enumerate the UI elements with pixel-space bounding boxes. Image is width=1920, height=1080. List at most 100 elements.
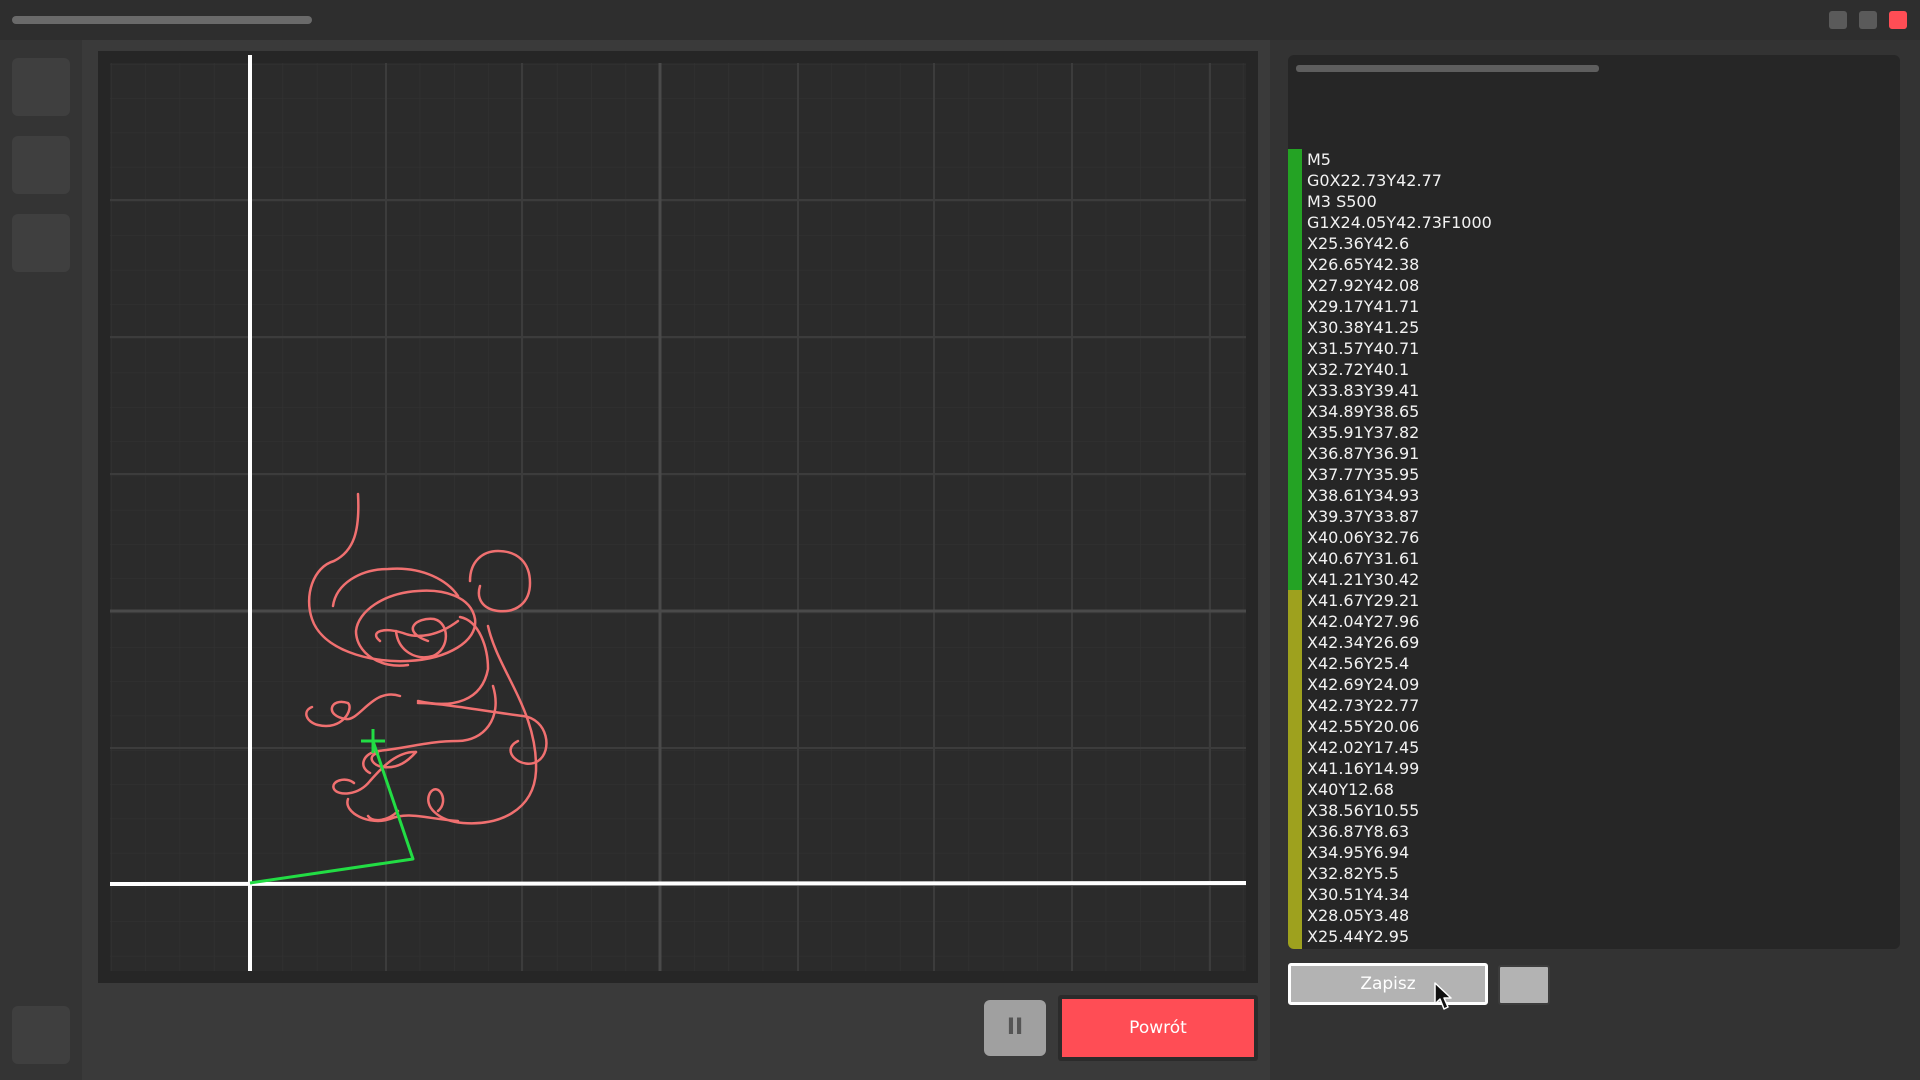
- gcode-line: X31.57Y40.71: [1288, 338, 1900, 359]
- minimize-button[interactable]: [1829, 11, 1847, 29]
- gcode-status-bar: [1288, 716, 1302, 737]
- extra-button[interactable]: [1498, 965, 1550, 1005]
- pause-button[interactable]: II: [984, 1000, 1046, 1056]
- gcode-line: X41.21Y30.42: [1288, 569, 1900, 590]
- gcode-line: X36.87Y36.91: [1288, 443, 1900, 464]
- gcode-status-bar: [1288, 926, 1302, 947]
- gcode-line-text: X40.67Y31.61: [1307, 549, 1420, 568]
- gcode-status-bar: [1288, 275, 1302, 296]
- gcode-status-bar: [1288, 443, 1302, 464]
- gcode-line-text: X26.65Y42.38: [1307, 255, 1420, 274]
- gcode-line-text: X34.89Y38.65: [1307, 402, 1420, 421]
- gcode-line: X30.38Y41.25: [1288, 317, 1900, 338]
- gcode-status-bar: [1288, 254, 1302, 275]
- gcode-line: X38.61Y34.93: [1288, 485, 1900, 506]
- back-button[interactable]: Powrót: [1062, 999, 1254, 1057]
- gcode-line: X29.17Y41.71: [1288, 296, 1900, 317]
- gcode-status-bar: [1288, 695, 1302, 716]
- gcode-line-text: X35.91Y37.82: [1307, 423, 1420, 442]
- gcode-line: X40Y12.68: [1288, 779, 1900, 800]
- gcode-line: X28.05Y3.48: [1288, 905, 1900, 926]
- gcode-line-text: X25.44Y2.95: [1307, 927, 1410, 946]
- gcode-status-bar: [1288, 590, 1302, 611]
- canvas-svg: [109, 55, 1247, 971]
- gcode-line: X42.02Y17.45: [1288, 737, 1900, 758]
- gcode-status-bar: [1288, 212, 1302, 233]
- gcode-status-bar: [1288, 191, 1302, 212]
- gcode-panel[interactable]: M5 G0X22.73Y42.77 M3 S500 G1X24.05Y42.73F10…: [1288, 55, 1900, 949]
- gcode-line-text: X28.05Y3.48: [1307, 906, 1410, 925]
- gcode-status-bar: [1288, 422, 1302, 443]
- gcode-status-bar: [1288, 527, 1302, 548]
- gcode-status-bar: [1288, 464, 1302, 485]
- gcode-line: M5: [1288, 149, 1900, 170]
- sidebar-button-bottom[interactable]: [12, 1006, 70, 1064]
- gcode-line: X41.67Y29.21: [1288, 590, 1900, 611]
- gcode-status-bar: [1288, 338, 1302, 359]
- gcode-line: X42.56Y25.4: [1288, 653, 1900, 674]
- mouse-pointer-icon: [1434, 982, 1452, 1010]
- gcode-line-text: X33.83Y39.41: [1307, 381, 1420, 400]
- sidebar-button-2[interactable]: [12, 136, 70, 194]
- gcode-status-bar: [1288, 233, 1302, 254]
- gcode-line-text: X36.87Y8.63: [1307, 822, 1410, 841]
- close-button[interactable]: [1889, 11, 1907, 29]
- sidebar-button-1[interactable]: [12, 58, 70, 116]
- gcode-status-bar: [1288, 737, 1302, 758]
- gcode-line: X42.55Y20.06: [1288, 716, 1900, 737]
- gcode-line-text: X42.56Y25.4: [1307, 654, 1410, 673]
- gcode-status-bar: [1288, 821, 1302, 842]
- gcode-line: X42.04Y27.96: [1288, 611, 1900, 632]
- gcode-line-text: X29.17Y41.71: [1307, 297, 1420, 316]
- gcode-line-text: X36.87Y36.91: [1307, 444, 1420, 463]
- gcode-line-text: X32.72Y40.1: [1307, 360, 1410, 379]
- gcode-line: X32.82Y5.5: [1288, 863, 1900, 884]
- gcode-line-text: X27.92Y42.08: [1307, 276, 1420, 295]
- gcode-line-text: X38.61Y34.93: [1307, 486, 1420, 505]
- gcode-line-text: X42.73Y22.77: [1307, 696, 1420, 715]
- gcode-line-text: X39.37Y33.87: [1307, 507, 1420, 526]
- gcode-status-bar: [1288, 842, 1302, 863]
- save-button[interactable]: Zapisz: [1288, 963, 1488, 1005]
- gcode-line-text: X42.02Y17.45: [1307, 738, 1420, 757]
- gcode-line: X34.95Y6.94: [1288, 842, 1900, 863]
- gcode-status-bar: [1288, 947, 1302, 949]
- gcode-line-text: X42.69Y24.09: [1307, 675, 1420, 694]
- gcode-status-bar: [1288, 674, 1302, 695]
- gcode-status-bar: [1288, 317, 1302, 338]
- gcode-line: X27.92Y42.08: [1288, 275, 1900, 296]
- drawing-canvas[interactable]: [98, 51, 1258, 983]
- gcode-line-text: X37.77Y35.95: [1307, 465, 1420, 484]
- gcode-line: G1X24.05Y42.73F1000: [1288, 212, 1900, 233]
- window-title-placeholder: [12, 16, 312, 24]
- gcode-line-text: G0X22.73Y42.77: [1307, 171, 1442, 190]
- maximize-button[interactable]: [1859, 11, 1877, 29]
- gcode-line: X40.67Y31.61: [1288, 548, 1900, 569]
- gcode-line: X25.44Y2.95: [1288, 926, 1900, 947]
- gcode-status-bar: [1288, 653, 1302, 674]
- gcode-status-bar: [1288, 800, 1302, 821]
- gcode-line-text: X38.56Y10.55: [1307, 801, 1420, 820]
- gcode-status-bar: [1288, 506, 1302, 527]
- gcode-status-bar: [1288, 296, 1302, 317]
- gcode-status-bar: [1288, 758, 1302, 779]
- gcode-status-bar: [1288, 149, 1302, 170]
- gcode-scrollbar[interactable]: [1296, 65, 1599, 72]
- gcode-status-bar: [1288, 632, 1302, 653]
- gcode-line-text: X25.36Y42.6: [1307, 234, 1410, 253]
- sidebar-button-3[interactable]: [12, 214, 70, 272]
- gcode-status-bar: [1288, 548, 1302, 569]
- gcode-line-text: X22.73Y2.77: [1307, 948, 1409, 949]
- gcode-line: X37.77Y35.95: [1288, 464, 1900, 485]
- gcode-line: X36.87Y8.63: [1288, 821, 1900, 842]
- gcode-line-text: X40Y12.68: [1307, 780, 1394, 799]
- gcode-status-bar: [1288, 170, 1302, 191]
- gcode-status-bar: [1288, 359, 1302, 380]
- gcode-status-bar: [1288, 863, 1302, 884]
- gcode-status-bar: [1288, 401, 1302, 422]
- gcode-line: X39.37Y33.87: [1288, 506, 1900, 527]
- gcode-status-bar: [1288, 905, 1302, 926]
- gcode-status-bar: [1288, 569, 1302, 590]
- gcode-line-text: X30.51Y4.34: [1307, 885, 1410, 904]
- sidebar: [0, 40, 82, 1080]
